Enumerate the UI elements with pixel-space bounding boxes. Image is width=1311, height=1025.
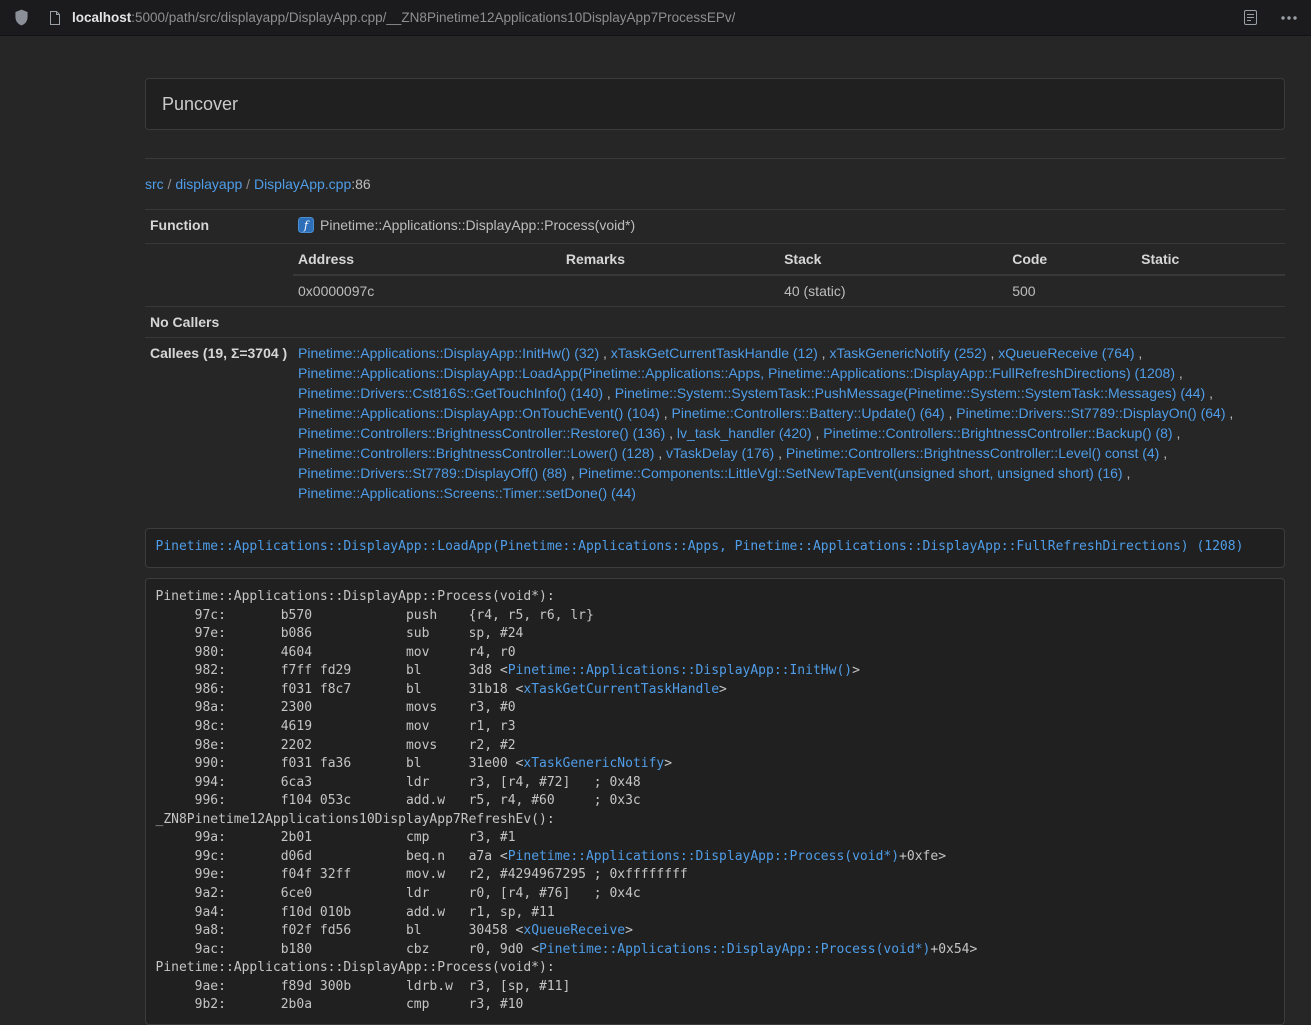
callee-link[interactable]: Pinetime::Applications::DisplayApp::Load…: [298, 365, 1175, 381]
callee-link[interactable]: Pinetime::Controllers::BrightnessControl…: [298, 425, 665, 441]
no-callers-label: No Callers: [145, 306, 293, 337]
callee-link[interactable]: vTaskDelay (176): [666, 445, 774, 461]
callee-link[interactable]: Pinetime::Applications::Screens::Timer::…: [298, 485, 636, 501]
callee-link[interactable]: Pinetime::Controllers::BrightnessControl…: [786, 445, 1159, 461]
no-callers-row: No Callers: [145, 306, 1285, 337]
callee-link[interactable]: Pinetime::Components::LittleVgl::SetNewT…: [579, 465, 1123, 481]
callee-link[interactable]: xTaskGetCurrentTaskHandle (12): [611, 345, 818, 361]
address-header: Address: [293, 244, 561, 275]
callee-link[interactable]: lv_task_handler (420): [677, 425, 812, 441]
callee-link[interactable]: Pinetime::Applications::DisplayApp::Init…: [298, 345, 599, 361]
function-table: Function f Pinetime::Applications::Displ…: [145, 209, 1285, 508]
callees-list: Pinetime::Applications::DisplayApp::Init…: [298, 345, 1233, 501]
callee-link[interactable]: Pinetime::Drivers::Cst816S::GetTouchInfo…: [298, 385, 603, 401]
metrics-header-row: Address Remarks Stack Code Static: [293, 244, 1285, 275]
reader-view-icon[interactable]: [1242, 8, 1259, 27]
code-value: 500: [1007, 275, 1136, 306]
stack-header: Stack: [779, 244, 1007, 275]
callee-link[interactable]: Pinetime::Applications::DisplayApp::OnTo…: [298, 405, 660, 421]
static-header: Static: [1136, 244, 1285, 275]
metrics-table: Address Remarks Stack Code Static 0x0000…: [293, 244, 1285, 306]
url-path: :5000/path/src/displayapp/DisplayApp.cpp…: [131, 10, 735, 25]
callees-row: Callees (19, Σ=3704 ) Pinetime::Applicat…: [145, 337, 1285, 508]
remarks-header: Remarks: [561, 244, 779, 275]
breadcrumb-separator: /: [242, 176, 254, 192]
breadcrumb: src / displayapp / DisplayApp.cpp:86: [145, 175, 1285, 195]
selected-symbol-pre: Pinetime::Applications::DisplayApp::Load…: [145, 528, 1285, 568]
asm-symbol-link[interactable]: xQueueReceive: [523, 923, 625, 938]
divider: [145, 158, 1285, 159]
asm-symbol-link[interactable]: xTaskGetCurrentTaskHandle: [523, 682, 719, 697]
asm-symbol-link[interactable]: Pinetime::Applications::DisplayApp::Proc…: [539, 942, 930, 957]
disassembly-pre: Pinetime::Applications::DisplayApp::Proc…: [145, 578, 1285, 1025]
function-row: Function f Pinetime::Applications::Displ…: [145, 209, 1285, 243]
asm-symbol-link[interactable]: Pinetime::Applications::DisplayApp::Init…: [508, 663, 852, 678]
breadcrumb-link[interactable]: DisplayApp.cpp: [254, 176, 351, 192]
callee-link[interactable]: Pinetime::System::SystemTask::PushMessag…: [615, 385, 1206, 401]
callees-label: Callees (19, Σ=3704 ): [145, 337, 293, 508]
callee-link[interactable]: xQueueReceive (764): [998, 345, 1134, 361]
function-icon: f: [298, 217, 314, 238]
url-host: localhost: [72, 10, 131, 25]
asm-symbol-link[interactable]: Pinetime::Applications::DisplayApp::Proc…: [508, 849, 899, 864]
callee-link[interactable]: Pinetime::Controllers::Battery::Update()…: [672, 405, 945, 421]
callee-link[interactable]: Pinetime::Controllers::BrightnessControl…: [298, 445, 654, 461]
breadcrumb-link[interactable]: displayapp: [175, 176, 242, 192]
metrics-row: Address Remarks Stack Code Static 0x0000…: [145, 243, 1285, 306]
metrics-value-row: 0x0000097c 40 (static) 500: [293, 275, 1285, 306]
function-row-label: Function: [145, 209, 293, 243]
asm-symbol-link[interactable]: xTaskGenericNotify: [523, 756, 664, 771]
page-content: Puncover src / displayapp / DisplayApp.c…: [145, 78, 1285, 1025]
callee-link[interactable]: Pinetime::Drivers::St7789::DisplayOn() (…: [956, 405, 1225, 421]
page-icon: [47, 9, 63, 27]
stack-value: 40 (static): [779, 275, 1007, 306]
shield-icon[interactable]: [12, 7, 31, 28]
selected-symbol-link[interactable]: Pinetime::Applications::DisplayApp::Load…: [156, 539, 1244, 554]
browser-topbar: localhost:5000/path/src/displayapp/Displ…: [0, 0, 1311, 36]
url-bar[interactable]: localhost:5000/path/src/displayapp/Displ…: [47, 8, 1242, 27]
overflow-menu-icon[interactable]: [1279, 14, 1299, 22]
url-text: localhost:5000/path/src/displayapp/Displ…: [72, 8, 735, 27]
callee-link[interactable]: xTaskGenericNotify (252): [829, 345, 986, 361]
static-value: [1136, 275, 1285, 306]
function-name: Pinetime::Applications::DisplayApp::Proc…: [320, 217, 635, 233]
address-value: 0x0000097c: [293, 275, 561, 306]
callee-link[interactable]: Pinetime::Drivers::St7789::DisplayOff() …: [298, 465, 567, 481]
breadcrumb-line-suffix: :86: [351, 176, 370, 192]
remarks-value: [561, 275, 779, 306]
navbar: Puncover: [145, 78, 1285, 130]
breadcrumb-link[interactable]: src: [145, 176, 164, 192]
callee-link[interactable]: Pinetime::Controllers::BrightnessControl…: [823, 425, 1172, 441]
breadcrumb-separator: /: [164, 176, 176, 192]
code-header: Code: [1007, 244, 1136, 275]
brand-link[interactable]: Puncover: [146, 79, 254, 129]
